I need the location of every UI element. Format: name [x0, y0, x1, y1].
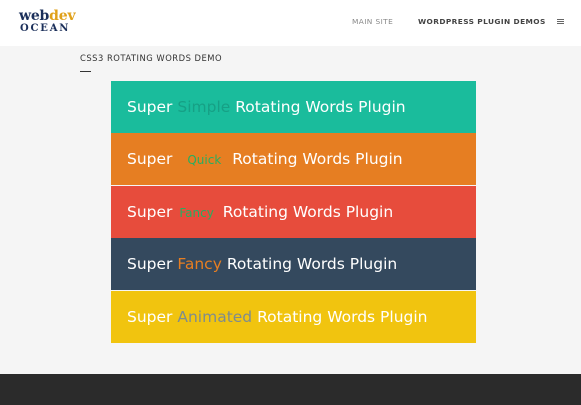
site-header: webdev OCEAN MAIN SITE WORDPRESS PLUGIN … — [0, 0, 581, 46]
rotating-words-panel-1: Super Simple Rotating Words Plugin — [111, 81, 476, 133]
page-title: CSS3 ROTATING WORDS DEMO — [80, 53, 223, 63]
panel-suffix: Rotating Words Plugin — [235, 98, 406, 116]
rotating-word: Simple — [177, 98, 231, 116]
rotating-word: Quick — [187, 153, 222, 167]
rotating-words-panel-3: Super Fancy Rotating Words Plugin — [111, 186, 476, 238]
nav-plugin-demos-link[interactable]: WORDPRESS PLUGIN DEMOS — [418, 17, 546, 27]
panel-prefix: Super — [127, 255, 173, 273]
nav-main-site-link[interactable]: MAIN SITE — [352, 17, 393, 27]
panel-text: Super Animated Rotating Words Plugin — [127, 291, 428, 343]
rotating-word: Animated — [177, 308, 253, 326]
rotating-word: Fancy — [179, 206, 214, 220]
rotating-words-panel-4: Super Fancy Rotating Words Plugin — [111, 238, 476, 290]
hamburger-menu-icon[interactable] — [557, 19, 564, 25]
panel-text: Super Simple Rotating Words Plugin — [127, 81, 406, 133]
logo-wordmark: webdev — [19, 8, 76, 24]
panel-prefix: Super — [127, 308, 173, 326]
rotating-word: Fancy — [177, 255, 222, 273]
menu-bar-1 — [557, 19, 564, 20]
panel-prefix: Super — [127, 150, 173, 168]
menu-bar-3 — [557, 23, 564, 24]
rotating-words-panel-2: Super Quick Rotating Words Plugin — [111, 133, 476, 185]
site-footer — [0, 374, 581, 405]
site-logo[interactable]: webdev OCEAN — [19, 8, 79, 38]
panel-suffix: Rotating Words Plugin — [257, 308, 428, 326]
panel-text: Super Quick Rotating Words Plugin — [127, 133, 403, 185]
logo-web-text: web — [19, 8, 50, 24]
logo-ocean-text: OCEAN — [20, 23, 71, 34]
menu-bar-2 — [557, 21, 564, 22]
panel-text: Super Fancy Rotating Words Plugin — [127, 238, 397, 290]
logo-dev-text: dev — [49, 8, 76, 24]
panel-prefix: Super — [127, 203, 173, 221]
title-underline — [80, 71, 91, 72]
panel-suffix: Rotating Words Plugin — [226, 255, 398, 273]
panel-prefix: Super — [127, 98, 173, 116]
panel-text: Super Fancy Rotating Words Plugin — [127, 186, 393, 238]
panel-suffix: Rotating Words Plugin — [232, 150, 403, 168]
rotating-words-panel-5: Super Animated Rotating Words Plugin — [111, 291, 476, 343]
panel-suffix: Rotating Words Plugin — [222, 203, 394, 221]
